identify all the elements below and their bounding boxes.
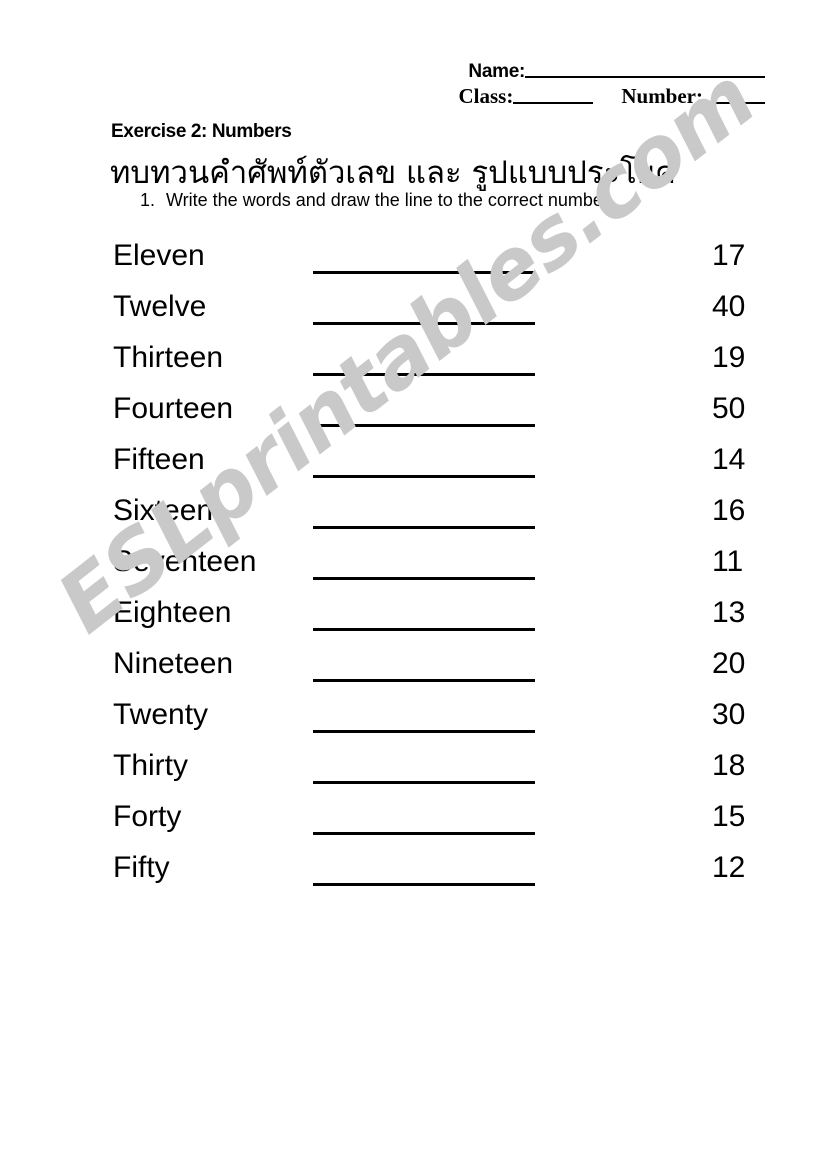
answer-write-line[interactable] [313, 781, 535, 784]
table-row: Forty 15 [0, 800, 821, 851]
table-row: Twelve 40 [0, 290, 821, 341]
table-row: Sixteen 16 [0, 494, 821, 545]
table-row: Seventeen 11 [0, 545, 821, 596]
number-label: 13 [712, 596, 746, 629]
number-label: 19 [712, 341, 746, 374]
word-label: Thirteen [113, 341, 224, 374]
table-row: Fourteen 50 [0, 392, 821, 443]
answer-write-line[interactable] [313, 730, 535, 733]
number-label: Number: [621, 84, 703, 108]
word-label: Fourteen [113, 392, 234, 425]
matching-exercise-list: Eleven 17 Twelve 40 Thirteen 19 Fourteen… [0, 239, 821, 902]
answer-write-line[interactable] [313, 475, 535, 478]
number-label: 11 [712, 545, 744, 578]
class-write-line[interactable] [513, 102, 594, 104]
word-label: Twelve [113, 290, 207, 323]
instruction-number: 1. [140, 190, 156, 210]
number-label: 30 [712, 698, 746, 731]
word-label: Fifty [113, 851, 170, 884]
answer-write-line[interactable] [313, 628, 535, 631]
table-row: Eighteen 13 [0, 596, 821, 647]
name-write-line[interactable] [525, 76, 765, 78]
word-label: Eighteen [113, 596, 232, 629]
number-label: 12 [712, 851, 746, 884]
class-label: Class: [458, 84, 514, 108]
word-label: Forty [113, 800, 182, 833]
instruction-text: Write the words and draw the line to the… [166, 190, 613, 210]
number-label: 14 [712, 443, 746, 476]
number-label: 16 [712, 494, 746, 527]
exercise-title: Exercise 2: Numbers [111, 121, 292, 142]
table-row: Nineteen 20 [0, 647, 821, 698]
number-label: 20 [712, 647, 746, 680]
word-label: Seventeen [113, 545, 257, 578]
word-label: Twenty [113, 698, 209, 731]
student-info-header: Name: Class: Number: [458, 61, 765, 108]
answer-write-line[interactable] [313, 271, 535, 274]
answer-write-line[interactable] [313, 424, 535, 427]
answer-write-line[interactable] [313, 373, 535, 376]
answer-write-line[interactable] [313, 322, 535, 325]
table-row: Fifty 12 [0, 851, 821, 902]
word-label: Fifteen [113, 443, 205, 476]
instruction-line: 1. Write the words and draw the line to t… [140, 190, 613, 211]
number-label: 17 [712, 239, 746, 272]
name-field-row: Name: [459, 61, 765, 82]
table-row: Twenty 30 [0, 698, 821, 749]
number-label: 15 [712, 800, 746, 833]
class-number-field-row: Class: Number: [458, 84, 765, 108]
answer-write-line[interactable] [313, 526, 535, 529]
number-label: 40 [712, 290, 746, 323]
answer-write-line[interactable] [313, 679, 535, 682]
word-label: Sixteen [113, 494, 214, 527]
answer-write-line[interactable] [313, 832, 535, 835]
number-label: 18 [712, 749, 746, 782]
worksheet-page: ESLprintables.com Name: Class: Number: Ex… [0, 0, 821, 1169]
word-label: Nineteen [113, 647, 234, 680]
answer-write-line[interactable] [313, 883, 535, 886]
answer-write-line[interactable] [313, 577, 535, 580]
name-label: Name: [468, 61, 525, 82]
number-label: 50 [712, 392, 746, 425]
word-label: Eleven [113, 239, 205, 272]
word-label: Thirty [113, 749, 188, 782]
table-row: Eleven 17 [0, 239, 821, 290]
number-write-line[interactable] [703, 102, 765, 104]
table-row: Thirteen 19 [0, 341, 821, 392]
table-row: Fifteen 14 [0, 443, 821, 494]
table-row: Thirty 18 [0, 749, 821, 800]
